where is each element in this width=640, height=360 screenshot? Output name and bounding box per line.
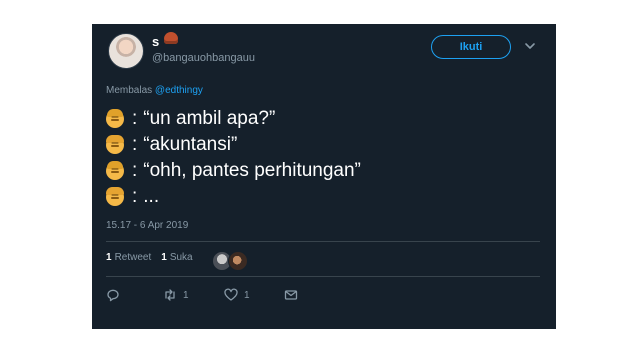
retweet-action[interactable]: 1 bbox=[163, 288, 189, 302]
mushroom-emoji-icon bbox=[164, 32, 178, 44]
dialogue-text: “akuntansi” bbox=[143, 134, 238, 155]
girl-emoji-icon bbox=[106, 187, 124, 206]
follow-button[interactable]: Ikuti bbox=[431, 35, 511, 59]
reply-mention-link[interactable]: @edthingy bbox=[155, 85, 203, 96]
dialogue-line: : “akuntansi” bbox=[106, 134, 237, 156]
envelope-icon bbox=[284, 290, 298, 300]
action-bar: 1 1 bbox=[106, 288, 536, 304]
retweet-stat-label: Retweet bbox=[114, 252, 152, 263]
line-colon: : bbox=[132, 108, 138, 129]
liker-avatar[interactable] bbox=[228, 251, 248, 271]
tweet-card: s @bangauohbangauu Ikuti Membalas @edthi… bbox=[92, 24, 556, 329]
chevron-down-icon[interactable] bbox=[524, 40, 536, 52]
heart-icon bbox=[224, 288, 238, 301]
reply-action[interactable] bbox=[106, 288, 126, 302]
line-colon: : bbox=[132, 134, 138, 155]
divider bbox=[106, 241, 540, 242]
reply-prefix: Membalas bbox=[106, 85, 153, 96]
liker-avatars bbox=[212, 251, 248, 271]
like-stat-count: 1 bbox=[161, 252, 167, 263]
avatar[interactable] bbox=[108, 33, 144, 69]
like-action[interactable]: 1 bbox=[224, 288, 250, 302]
line-colon: : bbox=[132, 160, 138, 181]
retweet-stat-count: 1 bbox=[106, 252, 112, 263]
boy-emoji-icon bbox=[106, 109, 124, 128]
dialogue-text: “un ambil apa?” bbox=[143, 108, 276, 129]
reply-icon bbox=[107, 289, 119, 302]
girl-emoji-icon bbox=[106, 135, 124, 154]
like-stat-label: Suka bbox=[169, 252, 193, 263]
dialogue-line: : ... bbox=[106, 186, 159, 208]
username-handle[interactable]: @bangauohbangauu bbox=[152, 52, 255, 64]
dialogue-text: ... bbox=[143, 186, 160, 207]
boy-emoji-icon bbox=[106, 161, 124, 180]
dialogue-line: : “ohh, pantes perhitungan” bbox=[106, 160, 361, 182]
retweet-icon bbox=[165, 289, 175, 301]
message-action[interactable] bbox=[284, 288, 304, 302]
retweet-count: 1 bbox=[183, 289, 189, 301]
display-name[interactable]: s bbox=[152, 34, 159, 49]
like-count: 1 bbox=[244, 289, 250, 301]
timestamp[interactable]: 15.17 - 6 Apr 2019 bbox=[106, 220, 188, 231]
line-colon: : bbox=[132, 186, 138, 207]
divider bbox=[106, 276, 540, 277]
like-stat[interactable]: 1 Suka bbox=[161, 252, 192, 263]
reply-context: Membalas @edthingy bbox=[106, 85, 203, 96]
dialogue-text: “ohh, pantes perhitungan” bbox=[143, 160, 361, 181]
dialogue-line: : “un ambil apa?” bbox=[106, 108, 275, 130]
retweet-stat[interactable]: 1 Retweet bbox=[106, 252, 151, 263]
engagement-stats: 1 Retweet 1 Suka bbox=[106, 252, 203, 263]
